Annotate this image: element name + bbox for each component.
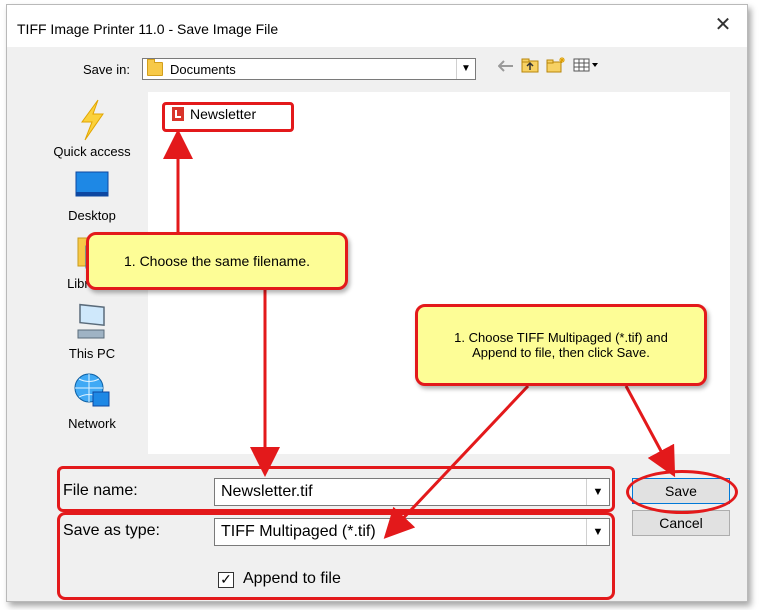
- screenshot-stage: TIFF Image Printer 11.0 - Save Image Fil…: [0, 0, 760, 610]
- callout-type-text: 1. Choose TIFF Multipaged (*.tif) and Ap…: [454, 330, 668, 360]
- callout-type-and-append: 1. Choose TIFF Multipaged (*.tif) and Ap…: [415, 304, 707, 386]
- callout-filename: 1. Choose the same filename.: [86, 232, 348, 290]
- arrow-to-type: [383, 384, 530, 539]
- arrow-to-save: [624, 385, 676, 478]
- callout-filename-text: 1. Choose the same filename.: [124, 253, 310, 269]
